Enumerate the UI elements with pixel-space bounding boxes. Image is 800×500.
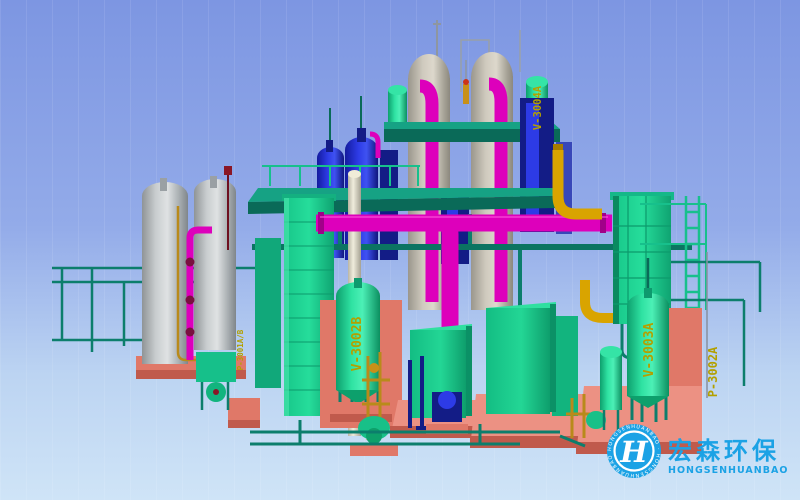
label-p3001ab: P-3001A/B: [236, 329, 245, 370]
company-name-en: HONGSENHUANBAO: [668, 465, 788, 476]
label-v3003a: V-3003A: [642, 322, 657, 377]
plant-3d-view: V-3004A V-3002B V-3003A P-3002A P-3001A/…: [0, 0, 800, 500]
company-name-cn: 宏森环保: [668, 437, 780, 465]
label-v3002b: V-3002B: [350, 316, 365, 371]
logo-monogram: H: [619, 435, 649, 469]
label-p3002a: P-3002A: [706, 346, 720, 397]
label-v3004a: V-3004A: [532, 85, 544, 130]
viewport: V-3004A V-3002B V-3003A P-3002A P-3001A/…: [0, 0, 800, 500]
